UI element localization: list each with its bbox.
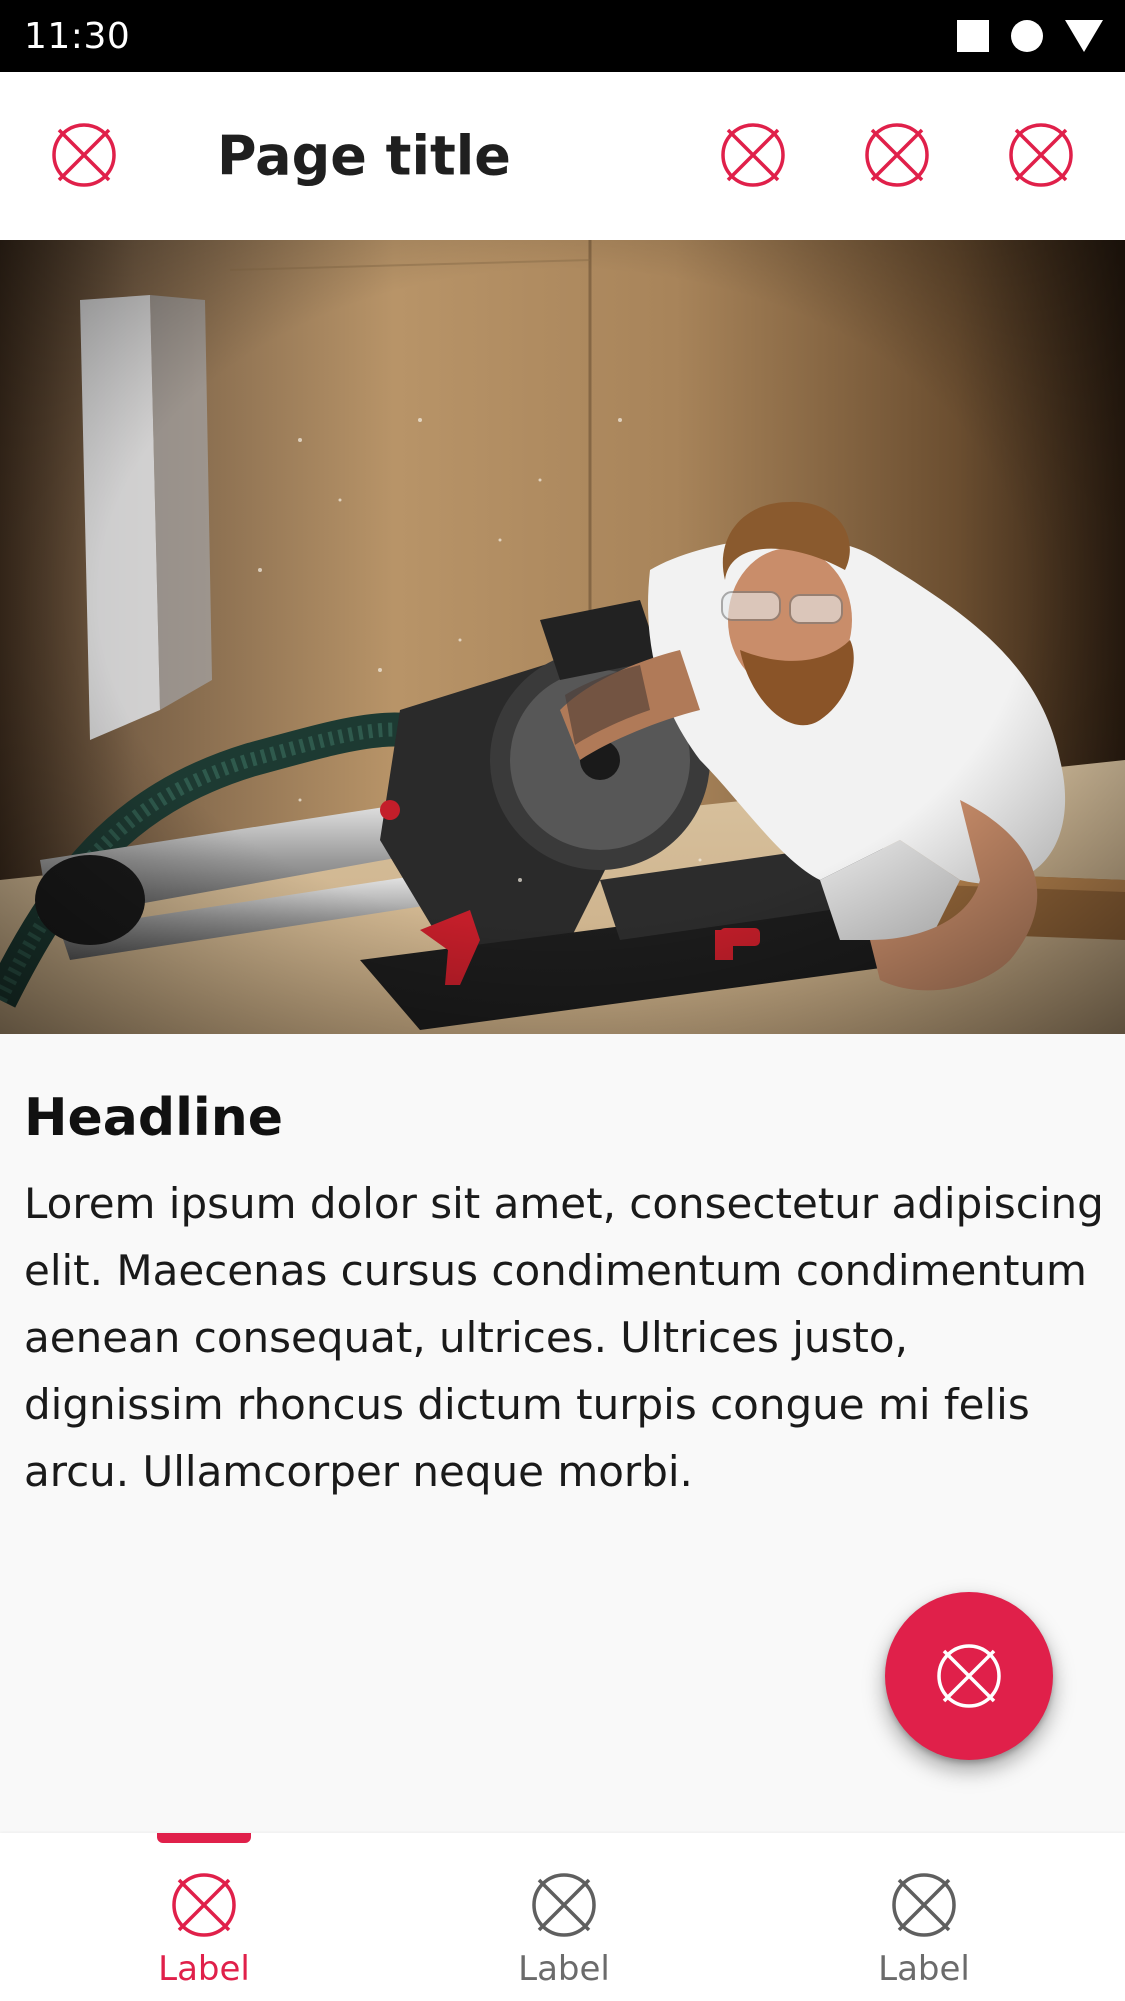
placeholder-icon (168, 1869, 240, 1941)
hero-image (0, 240, 1125, 1034)
floating-action-button[interactable] (885, 1592, 1053, 1760)
screen: 11:30 Page title Headline Lorem ipsum do… (0, 0, 1125, 2001)
active-indicator (157, 1833, 251, 1843)
nav-label: Label (158, 1949, 250, 1989)
page-title: Page title (217, 124, 511, 188)
nav-item-2[interactable]: Label (384, 1833, 744, 2001)
signal-triangle-icon (1065, 20, 1103, 52)
nav-placeholder-icon[interactable] (48, 119, 120, 191)
nav-item-3[interactable]: Label (744, 1833, 1104, 2001)
hero-photo-image (0, 240, 1125, 1034)
action-placeholder-icon[interactable] (717, 119, 789, 191)
action-placeholder-icon[interactable] (861, 119, 933, 191)
home-circle-icon (1011, 20, 1043, 52)
status-icons (957, 20, 1103, 52)
status-time: 11:30 (24, 15, 131, 57)
headline: Headline (24, 1088, 284, 1148)
article-content: Headline Lorem ipsum dolor sit amet, con… (24, 1034, 1104, 1505)
app-bar: Page title (0, 72, 1125, 240)
nav-item-1[interactable]: Label (24, 1833, 384, 2001)
placeholder-icon (888, 1869, 960, 1941)
action-placeholder-icon[interactable] (1005, 119, 1077, 191)
fab-placeholder-icon (937, 1644, 1001, 1708)
bottom-navigation: Label Label Label (0, 1833, 1125, 2001)
nav-label: Label (878, 1949, 970, 1989)
placeholder-icon (528, 1869, 600, 1941)
status-bar: 11:30 (0, 0, 1125, 72)
nav-label: Label (518, 1949, 610, 1989)
recents-square-icon (957, 20, 989, 52)
body-text: Lorem ipsum dolor sit amet, consectetur … (24, 1179, 1104, 1496)
